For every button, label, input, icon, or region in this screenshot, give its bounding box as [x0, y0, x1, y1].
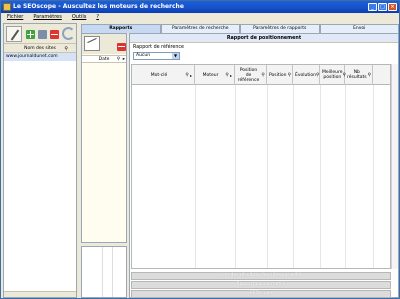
column-divider: [293, 85, 294, 268]
preview-panel: [81, 246, 127, 298]
site-list-item[interactable]: www.journaldunet.com: [4, 53, 76, 61]
add-site-button[interactable]: [26, 30, 35, 39]
sort-arrow-icon[interactable]: ▸: [123, 56, 125, 63]
column-divider: [345, 85, 346, 268]
edit-site-button[interactable]: [6, 26, 22, 42]
tab-rapports[interactable]: Rapports: [81, 24, 161, 33]
tab-parametres-rapports[interactable]: Paramètres de rapports: [240, 24, 320, 33]
search-icon[interactable]: ⚲: [287, 73, 292, 78]
refresh-icon[interactable]: [62, 27, 75, 40]
chart-icon[interactable]: [84, 36, 100, 51]
competitor-report-button[interactable]: Rapport concurrentiel: [131, 281, 391, 289]
column-divider: [373, 85, 374, 268]
remove-site-button[interactable]: [50, 30, 59, 39]
app-icon: [3, 3, 11, 11]
menu-help[interactable]: ?: [96, 13, 99, 22]
search-icon[interactable]: ⚲: [367, 73, 372, 78]
vertical-scrollbar[interactable]: [391, 64, 398, 269]
date-panel: Date ⚲ ▸: [81, 33, 127, 243]
menu-fichier[interactable]: Fichier: [7, 13, 23, 22]
column-divider: [320, 85, 321, 268]
seoscope-button[interactable]: SEOscope: [131, 290, 391, 298]
reference-label: Rapport de référence: [133, 45, 184, 50]
menu-parametres[interactable]: Paramètres: [33, 13, 62, 22]
table-header: Mot-clé ⚲ ▸ Moteur ⚲ ▸ Position de référence…: [132, 65, 390, 85]
column-moteur[interactable]: Moteur ⚲ ▸: [195, 65, 235, 85]
tab-parametres-recherche[interactable]: Paramètres de recherche: [160, 24, 240, 33]
positioning-table: Mot-clé ⚲ ▸ Moteur ⚲ ▸ Position de référence…: [131, 64, 391, 269]
column-position[interactable]: Position ⚲: [267, 65, 293, 85]
date-column-header[interactable]: Date ⚲ ▸: [82, 55, 126, 63]
maximize-button[interactable]: □: [378, 3, 387, 11]
column-position-reference[interactable]: Position de référence ⚲: [235, 65, 267, 85]
column-meilleure-position[interactable]: Meilleure position ⚲: [320, 65, 346, 85]
menu-bar: Fichier Paramètres Outils ?: [1, 13, 399, 22]
title-bar: Le SEOscope - Auscultez les moteurs de r…: [1, 1, 399, 13]
sort-arrow-icon[interactable]: ▸: [190, 73, 194, 78]
sites-toolbar: [4, 24, 76, 44]
tab-envoi[interactable]: Envoi: [319, 24, 399, 33]
sites-results-button[interactable]: Liste des résultats des sites surveillés: [131, 272, 391, 280]
column-divider: [235, 85, 236, 268]
sort-arrow-icon[interactable]: ▸: [230, 73, 234, 78]
window-title: Le SEOscope - Auscultez les moteurs de r…: [13, 3, 184, 10]
menu-outils[interactable]: Outils: [72, 13, 86, 22]
close-button[interactable]: ×: [388, 3, 397, 11]
reference-value: Aucun: [136, 53, 151, 58]
search-icon[interactable]: ⚲: [260, 73, 266, 78]
date-column-label: Date: [98, 57, 110, 62]
search-icon[interactable]: ⚲: [117, 56, 120, 63]
pen-icon: [10, 29, 20, 41]
sites-column-label: Nom des sites: [24, 46, 56, 51]
app-window: Le SEOscope - Auscultez les moteurs de r…: [0, 0, 400, 299]
reference-select[interactable]: Aucun ▼: [133, 52, 180, 60]
column-nb-resultats[interactable]: Nb résultats ⚲: [345, 65, 373, 85]
delete-report-button[interactable]: [117, 43, 126, 51]
horizontal-scrollbar[interactable]: [4, 291, 76, 297]
minimize-button[interactable]: _: [368, 3, 377, 11]
chevron-down-icon[interactable]: ▼: [172, 53, 179, 59]
column-evolution[interactable]: Évolution ⚲: [293, 65, 320, 85]
sites-column-header[interactable]: Nom des sites ⚲: [4, 44, 76, 53]
column-mot-cle[interactable]: Mot-clé ⚲ ▸: [132, 65, 195, 85]
search-icon[interactable]: ⚲: [316, 73, 319, 78]
report-panel: Rapport de positionnement Rapport de réf…: [129, 33, 399, 298]
section-title: Rapport de positionnement: [130, 34, 398, 43]
grid-icon[interactable]: [38, 30, 47, 39]
sites-panel: Nom des sites ⚲ www.journaldunet.com: [3, 23, 77, 298]
column-divider: [267, 85, 268, 268]
main-tabs: Rapports Paramètres de recherche Paramèt…: [81, 24, 399, 33]
column-divider: [195, 85, 196, 268]
